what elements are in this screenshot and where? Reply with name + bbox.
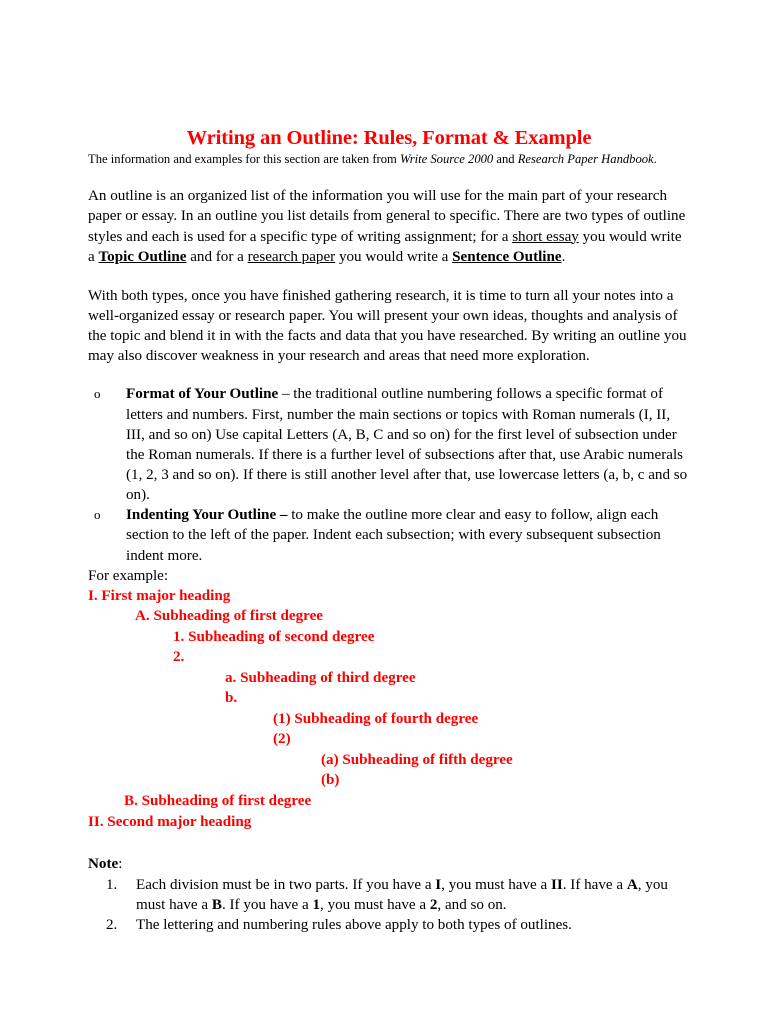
outline-line: (2): [273, 731, 291, 748]
bullet-item-indenting: o Indenting Your Outline – to make the ou…: [93, 505, 690, 565]
note-heading-label: Note: [88, 856, 119, 873]
outline-line: (1) Subheading of fourth degree: [273, 710, 479, 727]
note-list-item: 2. The lettering and numbering rules abov…: [88, 915, 690, 935]
bullet-lead-indenting: Indenting Your Outline –: [126, 507, 288, 524]
outline-line: B. Subheading of first degree: [124, 792, 312, 809]
outline-line: II. Second major heading: [88, 813, 252, 830]
bullet-item-format: o Format of Your Outline – the traditiona…: [93, 384, 690, 505]
hollow-circle-bullet-icon: o: [94, 507, 101, 523]
outline-line: a. Subheading of third degree: [225, 669, 416, 686]
intro-paragraph-2: With both types, once you have finished …: [88, 287, 687, 365]
note-item-number: 1.: [106, 877, 118, 894]
source-attribution: The information and examples for this se…: [88, 152, 690, 167]
note-item-text: Each division must be in two parts. If y…: [136, 877, 668, 914]
outline-line: I. First major heading: [88, 587, 231, 604]
rules-bullet-list: o Format of Your Outline – the traditiona…: [88, 384, 690, 565]
sample-outline-list: I. First major heading A. Subheading of …: [88, 586, 690, 832]
bullet-body-format: – the traditional outline numbering foll…: [126, 386, 688, 504]
note-list-item: 1. Each division must be in two parts. If…: [88, 875, 690, 915]
bullet-lead-format: Format of Your Outline: [126, 386, 279, 403]
note-heading: Note:: [88, 854, 690, 874]
outline-line: 1. Subheading of second degree: [173, 628, 375, 645]
attribution-suffix: .: [653, 152, 657, 167]
page-title: Writing an Outline: Rules, Format & Exam…: [186, 127, 592, 149]
note-heading-colon: :: [118, 856, 123, 873]
note-item-number: 2.: [106, 917, 118, 934]
hollow-circle-bullet-icon: o: [94, 386, 101, 402]
attribution-prefix: The information and examples for this se…: [88, 152, 400, 167]
intro-paragraph-1: An outline is an organized list of the i…: [88, 188, 686, 265]
source-title-1: Write Source 2000: [399, 152, 494, 167]
attribution-conjunction: and: [493, 152, 518, 167]
note-section: Note: 1. Each division must be in two par…: [88, 854, 690, 936]
note-item-text: The lettering and numbering rules above …: [136, 917, 572, 934]
outline-line: (a) Subheading of fifth degree: [321, 751, 513, 768]
outline-line: 2.: [173, 649, 185, 666]
outline-line: A. Subheading of first degree: [135, 608, 323, 625]
source-title-2: Research Paper Handbook: [517, 152, 654, 167]
document-page: Writing an Outline: Rules, Format & Exam…: [0, 0, 768, 1024]
outline-line: (b): [321, 772, 340, 789]
note-list: 1. Each division must be in two parts. If…: [88, 875, 690, 935]
outline-line: b.: [225, 690, 238, 707]
for-example-label: For example:: [88, 567, 169, 584]
